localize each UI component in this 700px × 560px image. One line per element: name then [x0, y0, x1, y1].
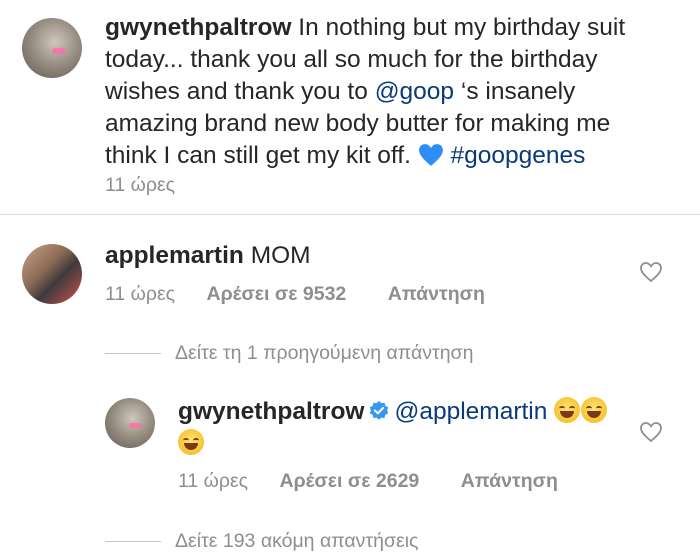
replies-line	[105, 353, 161, 354]
caption-text: In nothing but my birthday suit	[298, 14, 626, 41]
comment-avatar[interactable]	[22, 244, 82, 304]
comment-text: applemartin MOM	[105, 240, 311, 272]
comment-time: 11 ώρες	[105, 283, 176, 305]
reply-meta: 11 ώρες Αρέσει σε 2629 Απάντηση	[178, 470, 558, 493]
like-heart-icon[interactable]	[639, 260, 663, 284]
reply-reply-button[interactable]: Απάντηση	[461, 470, 558, 492]
tears-of-joy-emoji-icon	[178, 429, 204, 455]
comment-meta: 11 ώρες Αρέσει σε 9532 Απάντηση	[105, 283, 485, 306]
like-heart-icon[interactable]	[639, 420, 663, 444]
post-username[interactable]: gwynethpaltrow	[105, 14, 291, 41]
caption-text: amazing brand new body butter for making…	[105, 110, 611, 137]
hashtag-link[interactable]: #goopgenes	[451, 142, 586, 169]
caption-text: ‘s insanely	[460, 78, 576, 105]
caption-text: today... thank you all so much for the b…	[105, 46, 598, 73]
tears-of-joy-emoji-icon	[581, 397, 608, 423]
reply-likes[interactable]: Αρέσει σε 2629	[280, 470, 420, 492]
section-divider	[0, 214, 700, 215]
blue-heart-emoji-icon	[418, 144, 443, 166]
caption-text: wishes and thank you to	[105, 78, 368, 105]
reply-text: gwynethpaltrow @applemartin	[178, 396, 618, 460]
reply-time: 11 ώρες	[178, 470, 249, 492]
verified-badge-icon	[370, 400, 389, 420]
view-more-replies-link[interactable]: Δείτε 193 ακόμη απαντήσεις	[175, 530, 418, 553]
post-time: 11 ώρες	[105, 174, 176, 196]
reply-avatar[interactable]	[105, 398, 155, 448]
comment-username[interactable]: applemartin	[105, 242, 244, 269]
replies-line	[105, 541, 161, 542]
comment-body: MOM	[250, 242, 311, 269]
post-caption: gwynethpaltrow In nothing but my birthda…	[105, 12, 695, 172]
comment-likes[interactable]: Αρέσει σε 9532	[207, 283, 347, 305]
comment-reply-button[interactable]: Απάντηση	[388, 283, 485, 305]
reply-mention-link[interactable]: @applemartin	[394, 398, 547, 425]
post-avatar[interactable]	[22, 18, 82, 78]
mention-link[interactable]: @goop	[375, 78, 454, 105]
reply-username[interactable]: gwynethpaltrow	[178, 398, 364, 425]
caption-text: think I can still get my kit off.	[105, 142, 411, 169]
view-previous-reply-link[interactable]: Δείτε τη 1 προηγούμενη απάντηση	[175, 342, 473, 365]
tears-of-joy-emoji-icon	[554, 397, 581, 423]
